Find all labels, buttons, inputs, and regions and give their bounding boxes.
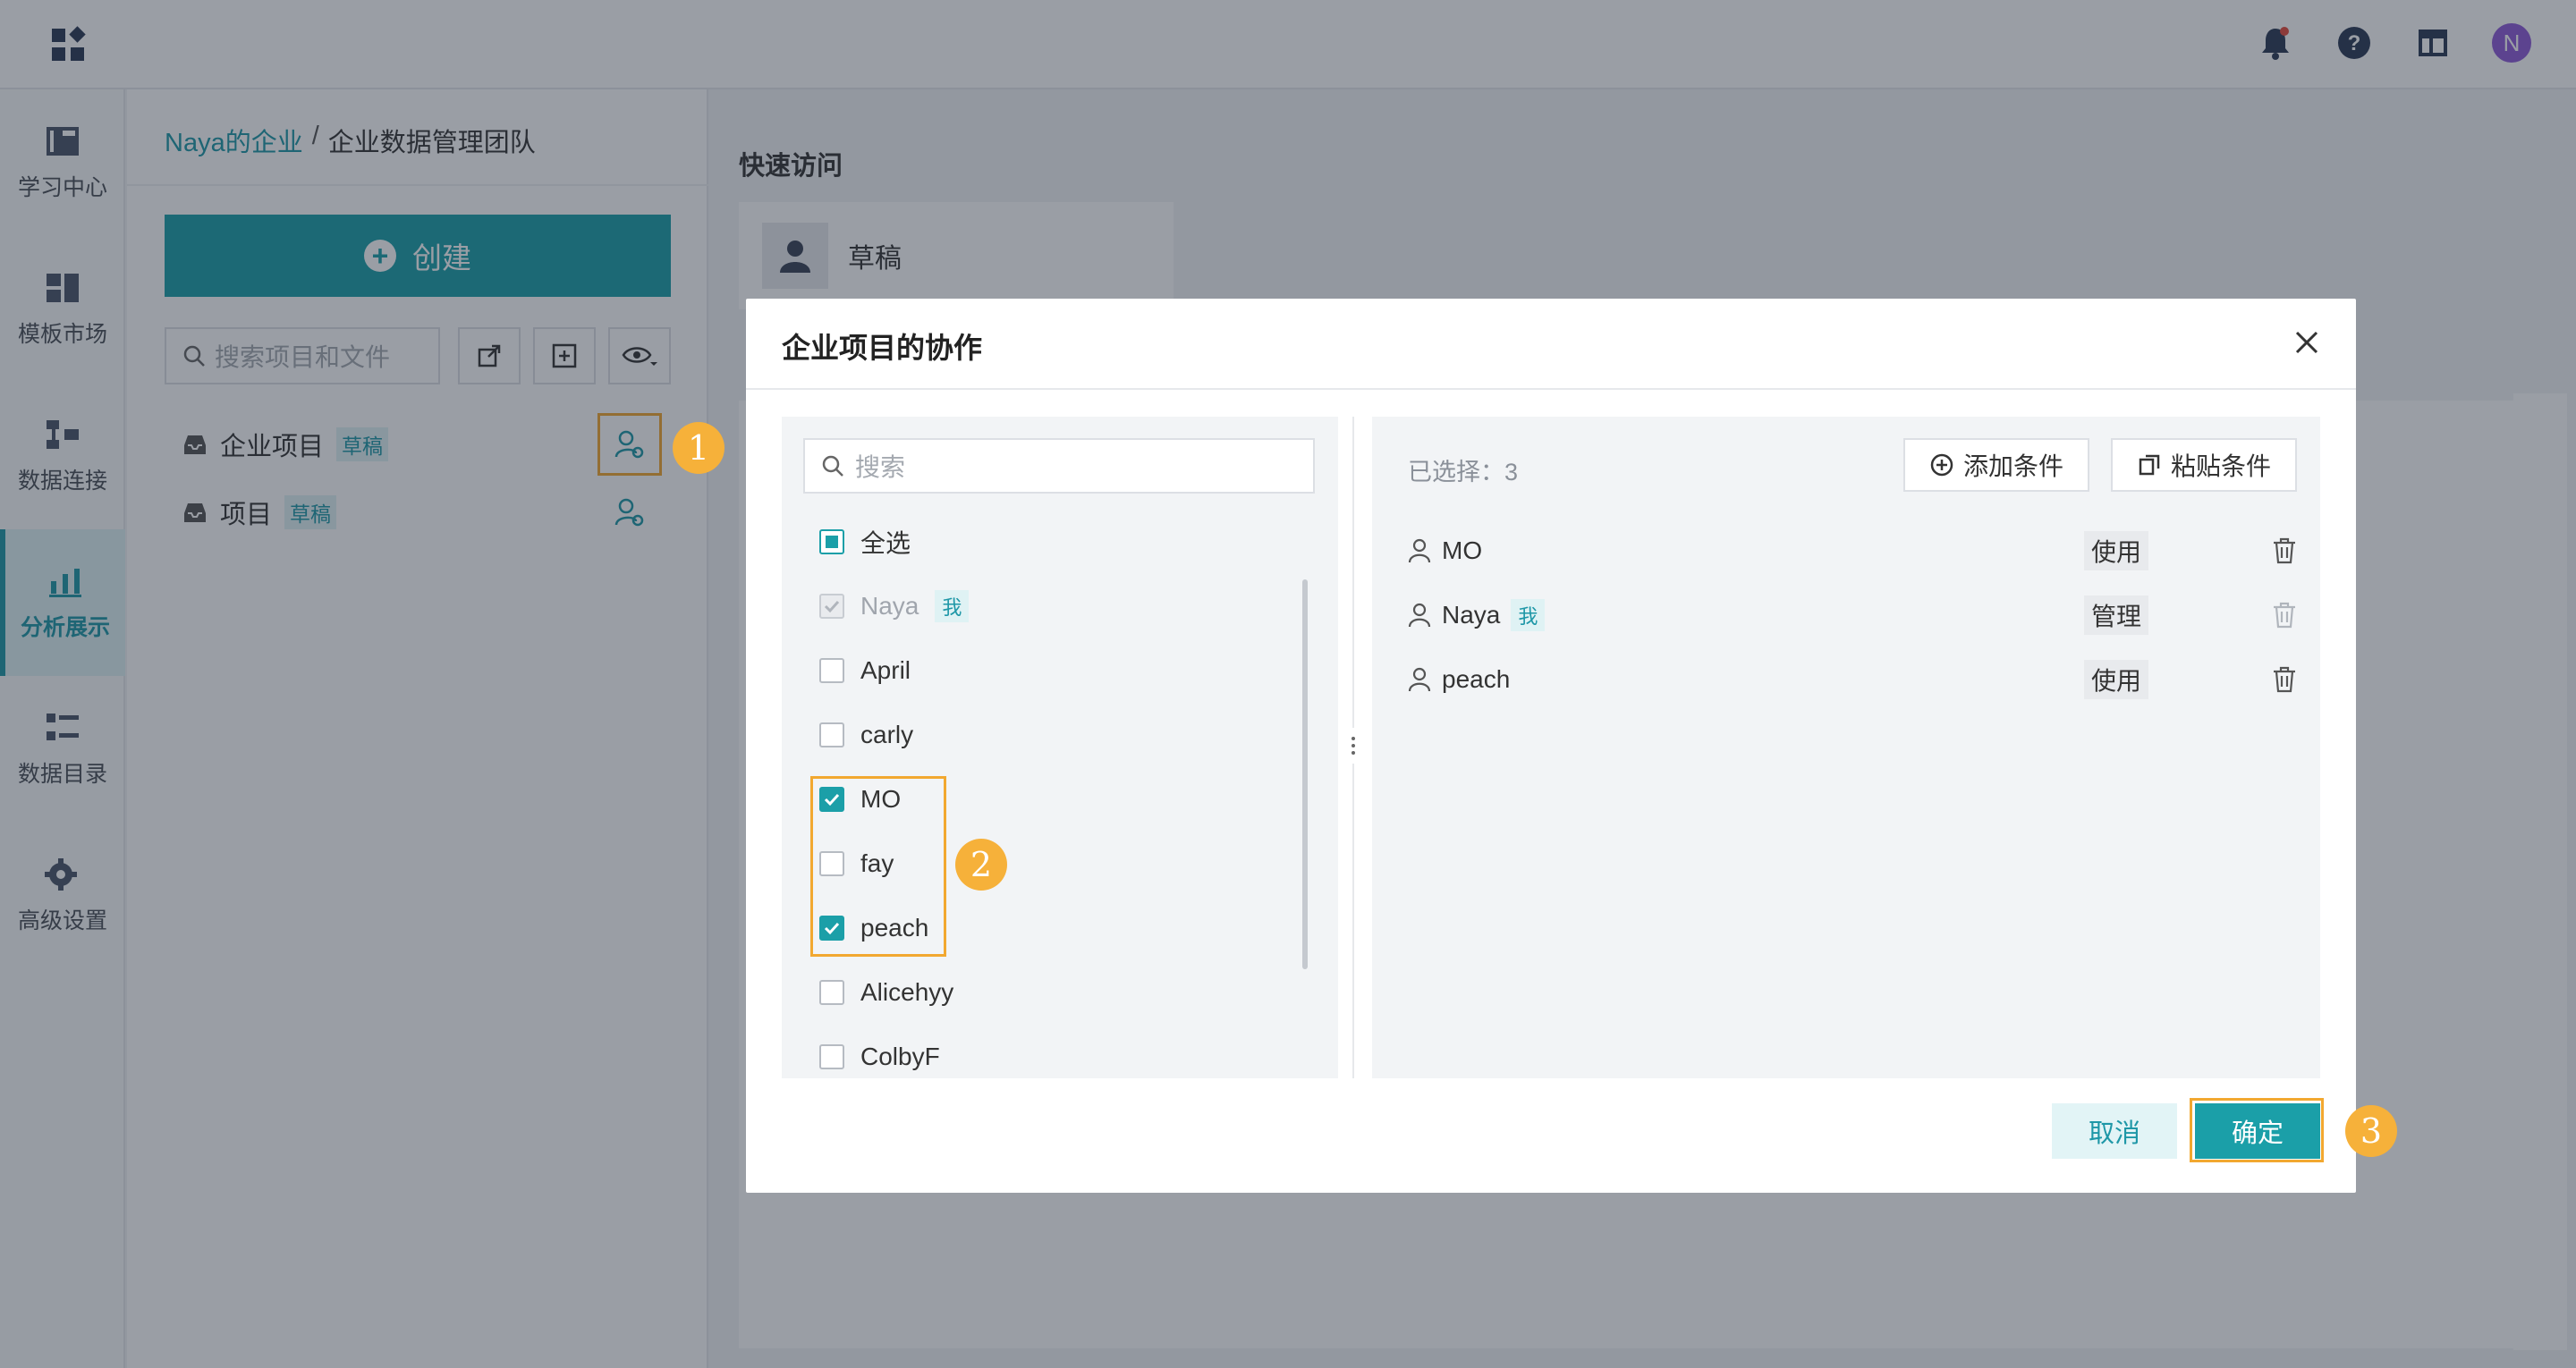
step-marker-1: 1 bbox=[673, 422, 724, 474]
me-tag: 我 bbox=[935, 590, 970, 622]
paste-icon bbox=[2139, 454, 2160, 476]
trash-icon[interactable] bbox=[2268, 535, 2301, 567]
member-item[interactable]: ColbyF bbox=[819, 1039, 940, 1075]
paste-condition-label: 粘贴条件 bbox=[2170, 452, 2271, 480]
drag-handle-icon[interactable] bbox=[1345, 728, 1361, 764]
selected-member-name: Naya bbox=[1442, 601, 1501, 629]
checkbox bbox=[819, 722, 844, 747]
member-item[interactable]: carly bbox=[819, 717, 913, 753]
checkbox-partial bbox=[819, 529, 844, 554]
permission-select[interactable]: 使用 bbox=[2084, 531, 2149, 570]
step-marker-2: 2 bbox=[955, 839, 1007, 891]
select-all-label: 全选 bbox=[860, 529, 911, 557]
selected-member-row: peach 使用 bbox=[1408, 660, 2302, 699]
user-icon bbox=[1408, 603, 1431, 628]
member-name: Naya bbox=[860, 592, 919, 620]
checkbox bbox=[819, 980, 844, 1005]
user-icon bbox=[1408, 538, 1431, 563]
me-tag: 我 bbox=[1511, 599, 1546, 631]
member-list-panel: 搜索 全选 Naya 我 April carly MO fay peach Al… bbox=[782, 417, 1338, 1078]
member-search-input[interactable]: 搜索 bbox=[803, 438, 1315, 494]
selected-member-row: Naya 我 管理 bbox=[1408, 595, 2302, 635]
member-item[interactable]: April bbox=[819, 653, 911, 688]
permission-select[interactable]: 管理 bbox=[2084, 595, 2149, 635]
add-condition-button[interactable]: 添加条件 bbox=[1903, 438, 2089, 492]
trash-icon-disabled bbox=[2268, 599, 2301, 631]
checkbox-checked-disabled bbox=[819, 594, 844, 619]
member-name: carly bbox=[860, 721, 914, 748]
divider bbox=[746, 388, 2356, 390]
scrollbar[interactable] bbox=[1302, 579, 1308, 969]
selected-count: 已选择：3 bbox=[1408, 459, 1519, 486]
checkbox bbox=[819, 1044, 844, 1069]
permission-select[interactable]: 使用 bbox=[2084, 660, 2149, 699]
member-name: ColbyF bbox=[860, 1043, 940, 1070]
member-item[interactable]: Alicehyy bbox=[819, 975, 953, 1010]
collaboration-dialog: 企业项目的协作 搜索 全选 Naya 我 April carly MO fay … bbox=[746, 299, 2356, 1193]
selected-member-name: MO bbox=[1442, 536, 1483, 564]
highlight-box bbox=[810, 776, 946, 957]
cancel-button[interactable]: 取消 bbox=[2052, 1103, 2177, 1159]
close-icon[interactable] bbox=[2288, 324, 2326, 361]
selected-member-row: MO 使用 bbox=[1408, 531, 2302, 570]
search-icon bbox=[822, 455, 843, 477]
member-name: Alicehyy bbox=[860, 978, 954, 1006]
checkbox bbox=[819, 658, 844, 683]
step-marker-3: 3 bbox=[2345, 1105, 2397, 1157]
user-icon bbox=[1408, 667, 1431, 692]
plus-circle-icon bbox=[1930, 453, 1953, 477]
selected-member-name: peach bbox=[1442, 665, 1511, 693]
selected-members-panel: 已选择：3 添加条件 粘贴条件 MO 使用 Naya 我 管理 peach 使用 bbox=[1372, 417, 2320, 1078]
paste-condition-button[interactable]: 粘贴条件 bbox=[2111, 438, 2297, 492]
trash-icon[interactable] bbox=[2268, 663, 2301, 696]
search-placeholder: 搜索 bbox=[855, 453, 906, 481]
member-item: Naya 我 bbox=[819, 588, 970, 624]
highlight-box bbox=[2190, 1098, 2324, 1162]
member-name: April bbox=[860, 656, 911, 684]
select-all-checkbox[interactable]: 全选 bbox=[819, 524, 911, 560]
add-condition-label: 添加条件 bbox=[1962, 452, 2063, 480]
dialog-title: 企业项目的协作 bbox=[782, 332, 983, 364]
